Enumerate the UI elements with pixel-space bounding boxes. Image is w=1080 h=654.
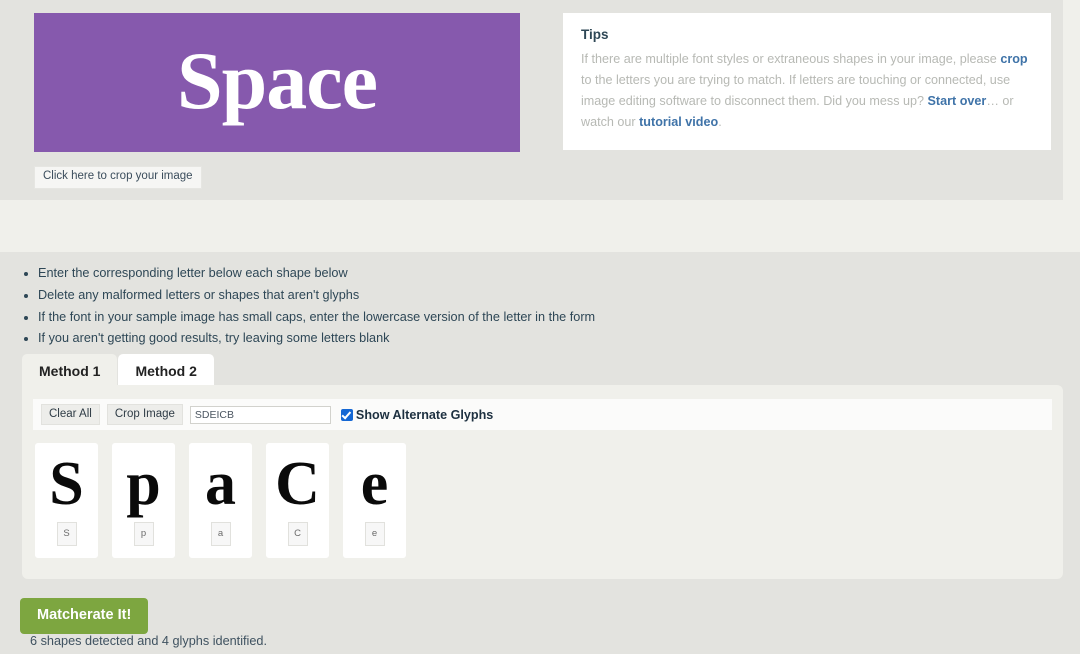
glyph-card[interactable]: a	[189, 443, 252, 558]
sample-image-preview[interactable]: Space	[34, 13, 520, 152]
glyph-letter-input[interactable]	[56, 522, 77, 546]
tips-body: If there are multiple font styles or ext…	[581, 49, 1033, 134]
list-item: If you aren't getting good results, try …	[38, 329, 595, 348]
tips-title: Tips	[581, 27, 609, 42]
tab-method-1[interactable]: Method 1	[22, 354, 118, 389]
instructions-list: Enter the corresponding letter below eac…	[20, 264, 595, 351]
glyph-shape: C	[275, 449, 320, 518]
method-1-panel: Clear All Crop Image Show Alternate Glyp…	[22, 385, 1063, 579]
page-root: Space Click here to crop your image Tips…	[0, 0, 1080, 654]
show-alternate-glyphs-label[interactable]: Show Alternate Glyphs	[356, 408, 493, 422]
glyph-letters-input[interactable]	[189, 405, 331, 424]
tips-tutorial-video-link[interactable]: tutorial video	[639, 115, 718, 129]
tips-panel: Tips If there are multiple font styles o…	[563, 13, 1051, 150]
matcherate-it-button[interactable]: Matcherate It!	[20, 598, 149, 635]
glyph-toolbar: Clear All Crop Image Show Alternate Glyp…	[33, 399, 1052, 430]
list-item: Delete any malformed letters or shapes t…	[38, 286, 595, 305]
glyph-card[interactable]: S	[35, 443, 98, 558]
glyph-shape: p	[126, 449, 161, 518]
crop-image-hint-button[interactable]: Click here to crop your image	[34, 166, 202, 189]
sample-image-word: Space	[177, 34, 378, 126]
glyph-shape: a	[205, 449, 236, 518]
glyph-shape: e	[360, 449, 389, 518]
tips-text-part4: .	[718, 115, 722, 130]
glyph-letter-input[interactable]	[364, 522, 385, 546]
method-tabs: Method 1 Method 2	[22, 354, 214, 389]
list-item: Enter the corresponding letter below eac…	[38, 264, 595, 283]
show-alternate-glyphs-control[interactable]: Show Alternate Glyphs	[340, 408, 493, 422]
tips-text-part1: If there are multiple font styles or ext…	[581, 52, 1001, 66]
upload-preview-section: Space Click here to crop your image Tips…	[0, 0, 1063, 200]
glyph-shape: S	[49, 449, 84, 518]
glyph-letter-input[interactable]	[133, 522, 154, 546]
glyph-letter-input[interactable]	[287, 522, 308, 546]
checkbox-icon[interactable]	[340, 408, 353, 421]
glyph-card-list: S p a C e	[35, 443, 406, 558]
tips-crop-link[interactable]: crop	[1000, 52, 1027, 66]
sample-image[interactable]: Space	[34, 13, 520, 152]
glyph-card[interactable]: C	[266, 443, 329, 558]
clear-all-button[interactable]: Clear All	[41, 403, 100, 426]
glyph-card[interactable]: p	[112, 443, 175, 558]
list-item: If the font in your sample image has sma…	[38, 308, 595, 327]
tab-method-2[interactable]: Method 2	[118, 354, 214, 389]
section-divider	[0, 200, 1080, 252]
glyph-card[interactable]: e	[343, 443, 406, 558]
tips-start-over-link[interactable]: Start over	[928, 94, 987, 108]
crop-image-button[interactable]: Crop Image	[106, 403, 183, 426]
glyph-letter-input[interactable]	[210, 522, 231, 546]
status-text: 6 shapes detected and 4 glyphs identifie…	[30, 634, 268, 648]
